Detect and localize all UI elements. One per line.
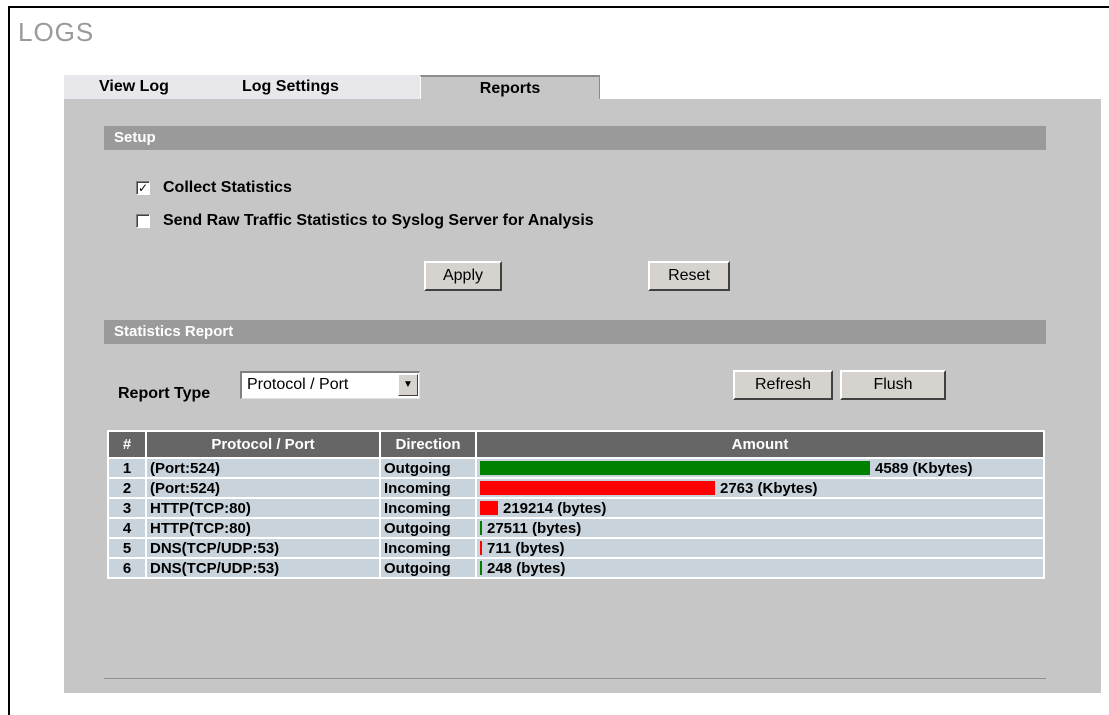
collect-statistics-label: Collect Statistics: [163, 179, 292, 196]
table-row: 1 (Port:524) Outgoing 4589 (Kbytes): [109, 459, 1043, 477]
amount-bar: [480, 501, 498, 515]
setup-section-header: Setup: [104, 126, 1046, 150]
send-raw-stats-checkbox[interactable]: [136, 214, 150, 228]
amount-value: 4589 (Kbytes): [875, 459, 973, 477]
row-protocol-port: HTTP(TCP:80): [147, 499, 379, 517]
amount-bar: [480, 481, 715, 495]
report-type-select[interactable]: Protocol / Port ▼: [240, 371, 420, 399]
amount-bar: [480, 521, 482, 535]
amount-value: 219214 (bytes): [503, 499, 607, 517]
table-row: 3 HTTP(TCP:80) Incoming 219214 (bytes): [109, 499, 1043, 517]
row-direction: Incoming: [381, 479, 475, 497]
window-frame-left: [8, 6, 10, 715]
amount-bar: [480, 461, 870, 475]
row-direction: Outgoing: [381, 519, 475, 537]
row-direction: Outgoing: [381, 559, 475, 577]
apply-button[interactable]: Apply: [424, 261, 502, 291]
send-raw-stats-label: Send Raw Traffic Statistics to Syslog Se…: [163, 212, 594, 229]
table-row: 4 HTTP(TCP:80) Outgoing 27511 (bytes): [109, 519, 1043, 537]
amount-value: 248 (bytes): [487, 559, 566, 577]
table-row: 2 (Port:524) Incoming 2763 (Kbytes): [109, 479, 1043, 497]
reset-button[interactable]: Reset: [648, 261, 730, 291]
row-number: 1: [109, 459, 145, 477]
collect-statistics-checkbox[interactable]: ✓: [136, 181, 150, 195]
row-amount: 4589 (Kbytes): [477, 459, 1043, 477]
table-row: 6 DNS(TCP/UDP:53) Outgoing 248 (bytes): [109, 559, 1043, 577]
row-direction: Outgoing: [381, 459, 475, 477]
window-frame-top: [8, 6, 1109, 8]
chevron-down-icon[interactable]: ▼: [398, 374, 418, 396]
column-header-amount: Amount: [477, 432, 1043, 457]
statistics-report-table: # Protocol / Port Direction Amount 1 (Por…: [107, 430, 1045, 579]
amount-value: 711 (bytes): [487, 539, 565, 557]
row-amount: 219214 (bytes): [477, 499, 1043, 517]
table-header-row: # Protocol / Port Direction Amount: [109, 432, 1043, 457]
flush-button[interactable]: Flush: [840, 370, 946, 400]
table-row: 5 DNS(TCP/UDP:53) Incoming 711 (bytes): [109, 539, 1043, 557]
refresh-button[interactable]: Refresh: [733, 370, 833, 400]
send-raw-stats-row: Send Raw Traffic Statistics to Syslog Se…: [136, 212, 594, 230]
row-number: 5: [109, 539, 145, 557]
page-title: LOGS: [18, 17, 95, 47]
row-protocol-port: (Port:524): [147, 459, 379, 477]
amount-bar: [480, 541, 482, 555]
statistics-report-section-header: Statistics Report: [104, 320, 1046, 344]
row-number: 6: [109, 559, 145, 577]
tab-view-log[interactable]: View Log: [64, 75, 224, 99]
row-protocol-port: DNS(TCP/UDP:53): [147, 539, 379, 557]
amount-bar: [480, 561, 482, 575]
row-number: 2: [109, 479, 145, 497]
row-protocol-port: HTTP(TCP:80): [147, 519, 379, 537]
amount-value: 27511 (bytes): [487, 519, 582, 537]
report-type-selected-value: Protocol / Port: [247, 376, 349, 393]
row-number: 3: [109, 499, 145, 517]
report-type-label: Report Type: [118, 385, 211, 402]
tab-log-settings[interactable]: Log Settings: [224, 75, 420, 99]
row-protocol-port: DNS(TCP/UDP:53): [147, 559, 379, 577]
row-amount: 248 (bytes): [477, 559, 1043, 577]
amount-value: 2763 (Kbytes): [720, 479, 818, 497]
tab-reports[interactable]: Reports: [420, 75, 600, 99]
column-header-protocol-port: Protocol / Port: [147, 432, 379, 457]
collect-statistics-row: ✓ Collect Statistics: [136, 179, 292, 197]
row-amount: 27511 (bytes): [477, 519, 1043, 537]
row-direction: Incoming: [381, 539, 475, 557]
row-protocol-port: (Port:524): [147, 479, 379, 497]
row-amount: 711 (bytes): [477, 539, 1043, 557]
row-number: 4: [109, 519, 145, 537]
column-header-number: #: [109, 432, 145, 457]
divider: [104, 678, 1046, 679]
row-direction: Incoming: [381, 499, 475, 517]
row-amount: 2763 (Kbytes): [477, 479, 1043, 497]
column-header-direction: Direction: [381, 432, 475, 457]
